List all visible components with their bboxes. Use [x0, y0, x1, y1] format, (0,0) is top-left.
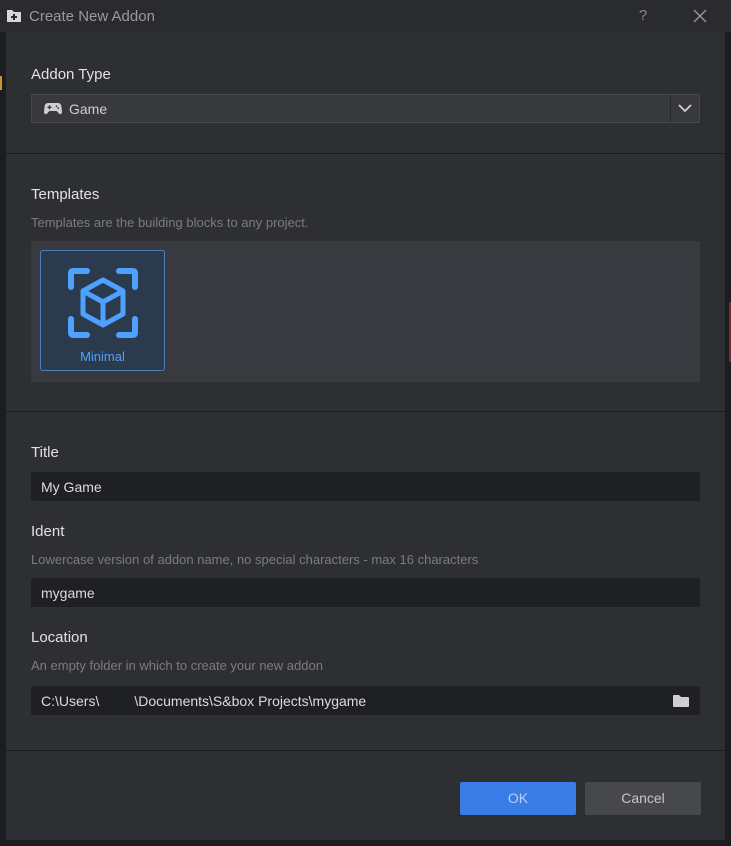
create-addon-dialog: Addon Type Game Templates Templates are …: [6, 32, 725, 840]
ident-input-value: mygame: [41, 585, 95, 601]
chevron-down-icon[interactable]: [676, 101, 694, 115]
location-label: Location: [31, 629, 88, 646]
template-label: Minimal: [80, 349, 125, 364]
title-input[interactable]: My Game: [31, 472, 700, 501]
templates-hint: Templates are the building blocks to any…: [31, 215, 309, 230]
title-label: Title: [31, 444, 59, 461]
ident-label: Ident: [31, 523, 65, 540]
cube-icon: [68, 268, 138, 338]
window-edge-right: [725, 32, 731, 846]
section-divider: [6, 750, 725, 751]
close-icon[interactable]: [688, 5, 712, 27]
ident-hint: Lowercase version of addon name, no spec…: [31, 552, 479, 567]
templates-label: Templates: [31, 186, 100, 203]
section-divider: [6, 411, 725, 412]
section-divider: [6, 153, 725, 154]
addon-type-label: Addon Type: [31, 66, 111, 83]
addon-type-value: Game: [69, 101, 108, 117]
ident-input[interactable]: mygame: [31, 578, 700, 607]
title-bar: Create New Addon ?: [0, 0, 731, 32]
gamepad-icon: [44, 103, 62, 115]
window-edge-bottom: [0, 840, 731, 846]
help-button[interactable]: ?: [633, 5, 653, 27]
select-divider: [670, 95, 671, 122]
location-input[interactable]: C:\Users\ \Documents\S&box Projects\myga…: [31, 686, 700, 715]
ok-button[interactable]: OK: [460, 782, 576, 815]
location-hint: An empty folder in which to create your …: [31, 658, 323, 673]
location-input-value: C:\Users\ \Documents\S&box Projects\myga…: [41, 693, 367, 709]
new-addon-icon: [7, 10, 21, 22]
templates-panel: Minimal: [31, 241, 700, 382]
title-input-value: My Game: [41, 479, 102, 495]
template-card-minimal[interactable]: Minimal: [40, 250, 165, 371]
folder-icon[interactable]: [672, 694, 690, 708]
addon-type-select[interactable]: Game: [31, 94, 700, 123]
cancel-button[interactable]: Cancel: [585, 782, 701, 815]
window-title: Create New Addon: [29, 8, 155, 25]
